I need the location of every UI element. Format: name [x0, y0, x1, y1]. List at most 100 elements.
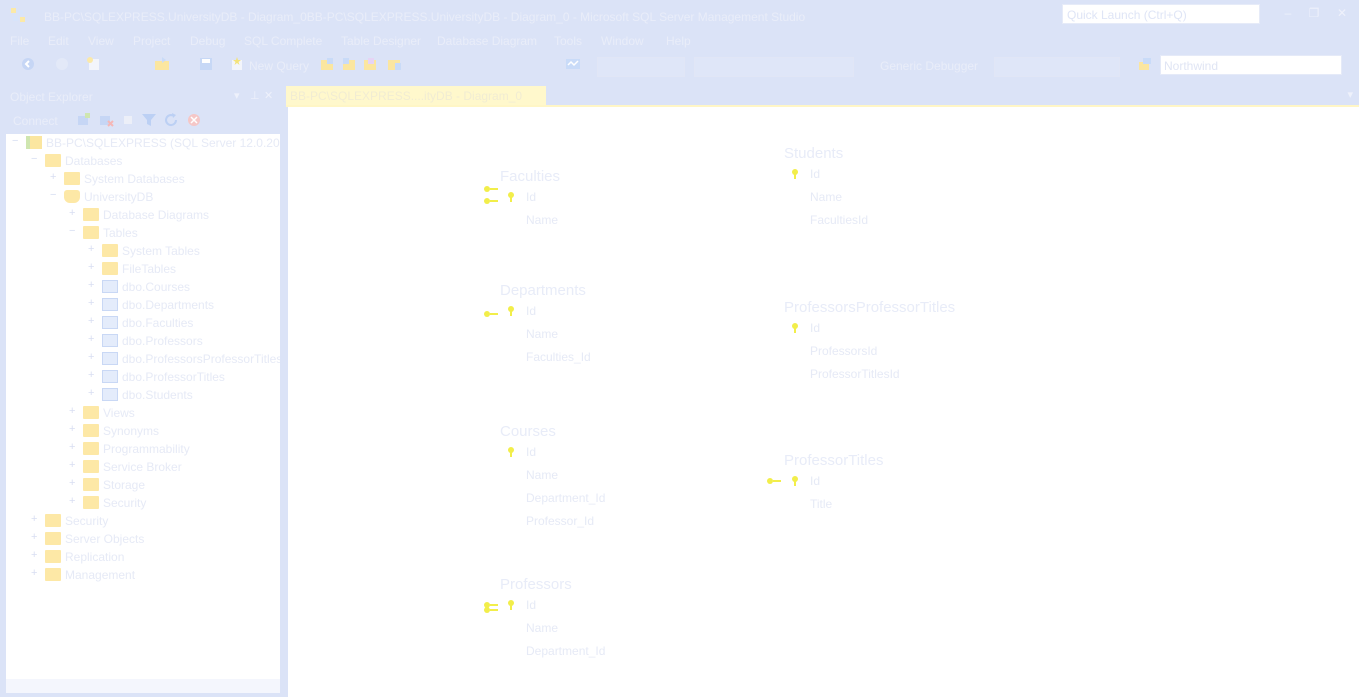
relationship-connector-icon[interactable]	[767, 478, 781, 484]
expand-icon[interactable]: +	[69, 495, 79, 507]
menu-project[interactable]: Project	[133, 34, 170, 48]
column-name[interactable]: Faculties_Id	[526, 350, 591, 364]
tree-node[interactable]: − Databases	[31, 152, 280, 170]
expand-icon[interactable]: +	[69, 405, 79, 417]
tree-node[interactable]: + Management	[31, 566, 280, 584]
menu-help[interactable]: Help	[666, 34, 691, 48]
column-name[interactable]: Department_Id	[526, 644, 605, 658]
generic-debugger-button[interactable]: Generic Debugger	[880, 59, 978, 73]
debug-target-dropdown[interactable]	[994, 57, 1120, 77]
column-name[interactable]: Professor_Id	[526, 514, 594, 528]
minimize-button[interactable]: –	[1280, 6, 1296, 20]
xmla-query-icon[interactable]	[386, 56, 402, 72]
tree-node[interactable]: + System Tables	[88, 242, 280, 260]
tree-node[interactable]: + dbo.Professors	[88, 332, 280, 350]
tree-node[interactable]: − Tables	[69, 224, 280, 242]
table-professortitles[interactable]: ProfessorTitles Id Title	[784, 452, 1004, 522]
diagram-canvas[interactable]: Faculties Id Name Students Id Name FacultiesId…	[288, 107, 1359, 697]
tree-node[interactable]: + Server Objects	[31, 530, 280, 548]
tree-node[interactable]: + Security	[69, 494, 280, 512]
column-name[interactable]: Title	[810, 497, 832, 511]
close-panel-icon[interactable]: ✕	[264, 89, 273, 102]
back-icon[interactable]	[20, 56, 36, 72]
column-name[interactable]: Id	[810, 321, 820, 335]
table-faculties[interactable]: Faculties Id Name	[500, 168, 720, 238]
mdx-query-icon[interactable]	[362, 56, 378, 72]
menu-debug[interactable]: Debug	[190, 34, 225, 48]
column-name[interactable]: Id	[810, 474, 820, 488]
menu-table-designer[interactable]: Table Designer	[341, 34, 421, 48]
relationship-connector-icon[interactable]	[484, 607, 498, 613]
menu-edit[interactable]: Edit	[48, 34, 69, 48]
expand-icon[interactable]: +	[69, 207, 79, 219]
tree-node[interactable]: + System Databases	[50, 170, 280, 188]
table-departments[interactable]: Departments Id Name Faculties_Id	[500, 282, 720, 375]
stop-icon[interactable]	[120, 112, 136, 128]
relationship-connector-icon[interactable]	[484, 311, 498, 317]
expand-icon[interactable]: +	[88, 315, 98, 327]
menu-sql-complete[interactable]: SQL Complete	[244, 34, 322, 48]
expand-icon[interactable]: +	[88, 297, 98, 309]
db-query-icon[interactable]	[319, 56, 335, 72]
analysis-query-icon[interactable]	[341, 56, 357, 72]
table-courses[interactable]: Courses Id Name Department_Id Professor_Id	[500, 423, 720, 539]
expand-icon[interactable]: +	[31, 567, 41, 579]
tab-list-icon[interactable]: ▾	[1347, 88, 1353, 101]
tree-node[interactable]: + Service Broker	[69, 458, 280, 476]
tree-node[interactable]: + dbo.ProfessorTitles	[88, 368, 280, 386]
tree-node[interactable]: + FileTables	[88, 260, 280, 278]
expand-icon[interactable]: +	[88, 261, 98, 273]
column-name[interactable]: Name	[810, 190, 842, 204]
relationship-connector-icon[interactable]	[484, 186, 498, 192]
tree-node[interactable]: − UniversityDB	[50, 188, 280, 206]
solution-config-dropdown[interactable]	[597, 57, 685, 77]
expand-icon[interactable]: +	[31, 549, 41, 561]
menu-window[interactable]: Window	[601, 34, 644, 48]
new-project-icon[interactable]	[86, 56, 102, 72]
relationship-connector-icon[interactable]	[484, 198, 498, 204]
menu-tools[interactable]: Tools	[554, 34, 582, 48]
expand-icon[interactable]: +	[31, 513, 41, 525]
expand-icon[interactable]: +	[88, 387, 98, 399]
filter-icon[interactable]	[141, 112, 157, 128]
expand-icon[interactable]: +	[88, 369, 98, 381]
auto-hide-pin-icon[interactable]: ⊥	[250, 89, 260, 102]
expand-icon[interactable]: +	[88, 333, 98, 345]
forward-icon[interactable]	[54, 56, 70, 72]
expand-icon[interactable]: +	[31, 531, 41, 543]
column-name[interactable]: Id	[526, 304, 536, 318]
tree-node[interactable]: + Synonyms	[69, 422, 280, 440]
tree-node[interactable]: + dbo.Departments	[88, 296, 280, 314]
tree-node[interactable]: + Replication	[31, 548, 280, 566]
close-button[interactable]: ✕	[1334, 6, 1350, 20]
column-name[interactable]: Name	[526, 327, 558, 341]
tree-node[interactable]: + Security	[31, 512, 280, 530]
column-name[interactable]: Department_Id	[526, 491, 605, 505]
quick-launch-input[interactable]: Quick Launch (Ctrl+Q)	[1062, 4, 1260, 24]
object-explorer-tree[interactable]: −BB-PC\SQLEXPRESS (SQL Server 12.0.2000 …	[6, 134, 280, 679]
column-name[interactable]: Name	[526, 468, 558, 482]
column-name[interactable]: Id	[526, 190, 536, 204]
save-all-icon[interactable]	[198, 56, 214, 72]
column-name[interactable]: Name	[526, 621, 558, 635]
new-query-icon[interactable]	[229, 56, 245, 72]
tree-node[interactable]: + dbo.ProfessorsProfessorTitles	[88, 350, 280, 368]
activity-monitor-icon[interactable]	[565, 56, 581, 72]
new-query-button[interactable]: New Query	[249, 59, 309, 73]
expand-icon[interactable]: +	[88, 243, 98, 255]
tree-node[interactable]: + Storage	[69, 476, 280, 494]
column-name[interactable]: FacultiesId	[810, 213, 868, 227]
connect-button[interactable]: Connect	[13, 114, 58, 128]
expand-icon[interactable]: +	[88, 279, 98, 291]
refresh-icon[interactable]	[163, 112, 179, 128]
expand-icon[interactable]: +	[69, 459, 79, 471]
tree-node[interactable]: + dbo.Students	[88, 386, 280, 404]
collapse-icon[interactable]: −	[31, 153, 41, 165]
tree-node[interactable]: + Views	[69, 404, 280, 422]
table-professors[interactable]: Professors Id Name Department_Id	[500, 576, 720, 669]
connect-object-explorer-icon[interactable]	[76, 112, 92, 128]
window-position-icon[interactable]: ▾	[234, 89, 240, 102]
tab-diagram[interactable]: BB-PC\SQLEXPRESS....ityDB - Diagram_0	[286, 86, 546, 105]
tree-node[interactable]: + Database Diagrams	[69, 206, 280, 224]
collapse-icon[interactable]: −	[69, 225, 79, 237]
